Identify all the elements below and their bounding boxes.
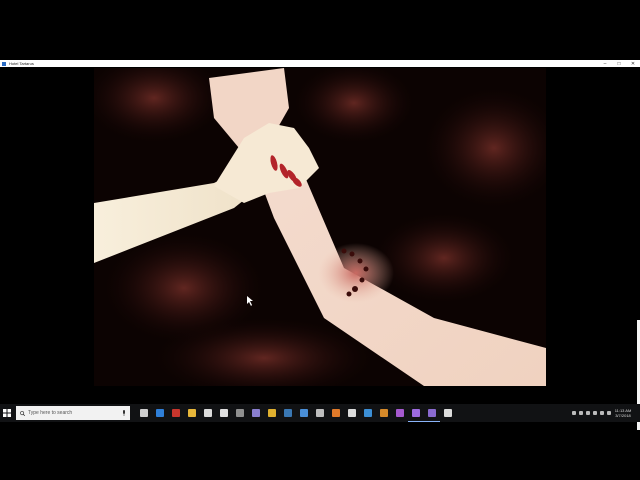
- browser-taskbar-button[interactable]: [328, 404, 344, 422]
- minimize-button[interactable]: –: [598, 60, 612, 67]
- app-violet-taskbar-button[interactable]: [392, 404, 408, 422]
- file-explorer-taskbar-button[interactable]: [184, 404, 200, 422]
- editor-icon: [364, 409, 372, 417]
- maximize-button[interactable]: □: [612, 60, 626, 67]
- app-icon: [2, 61, 6, 66]
- microphone-icon: [123, 410, 125, 416]
- app-orange-icon: [380, 409, 388, 417]
- browser-icon: [332, 409, 340, 417]
- chevron-up-icon[interactable]: [577, 404, 584, 422]
- network-icon[interactable]: [591, 404, 598, 422]
- taskbar-clock[interactable]: 11:13 AM 3/7/2018: [612, 408, 634, 418]
- chrome-icon: [268, 409, 276, 417]
- background-glow: [374, 213, 514, 303]
- system-tray: [570, 404, 612, 422]
- game-window: Hotel Tartarus – □ ✕: [0, 60, 640, 430]
- monitor-taskbar-button[interactable]: [344, 404, 360, 422]
- file-explorer-icon: [188, 409, 196, 417]
- shield-icon: [316, 409, 324, 417]
- steam-taskbar-button[interactable]: [280, 404, 296, 422]
- edge-taskbar-button[interactable]: [152, 404, 168, 422]
- clock-date: 3/7/2018: [615, 413, 631, 418]
- mail-icon: [220, 409, 228, 417]
- task-view-taskbar-button[interactable]: [136, 404, 152, 422]
- chrome-taskbar-button[interactable]: [264, 404, 280, 422]
- pen-icon[interactable]: [570, 404, 577, 422]
- steam-icon: [284, 409, 292, 417]
- close-button[interactable]: ✕: [626, 60, 640, 67]
- settings-icon: [444, 409, 452, 417]
- app-orange-taskbar-button[interactable]: [376, 404, 392, 422]
- game-icon: [412, 408, 420, 417]
- app-purple-icon: [252, 409, 260, 417]
- window-titlebar[interactable]: Hotel Tartarus – □ ✕: [0, 60, 640, 67]
- monitor-icon: [348, 409, 356, 417]
- volume-icon[interactable]: [598, 404, 605, 422]
- windows-logo-icon: [3, 409, 11, 417]
- app-blue-taskbar-button[interactable]: [296, 404, 312, 422]
- store-taskbar-button[interactable]: [200, 404, 216, 422]
- store-icon: [204, 409, 212, 417]
- search-icon: [20, 410, 25, 416]
- app-red-icon: [172, 409, 180, 417]
- editor-taskbar-button[interactable]: [360, 404, 376, 422]
- taskbar: Type here to search 11:13 AM 3/7/2018: [0, 404, 640, 422]
- shield-taskbar-button[interactable]: [312, 404, 328, 422]
- forearm-bruise: [318, 243, 394, 303]
- window-title: Hotel Tartarus: [9, 61, 34, 66]
- app-purple-taskbar-button[interactable]: [248, 404, 264, 422]
- task-view-icon: [140, 409, 148, 417]
- cloud-icon[interactable]: [584, 404, 591, 422]
- app-active-icon: [428, 408, 436, 417]
- taskbar-pinned-apps: [136, 404, 456, 422]
- app-violet-icon: [396, 409, 404, 417]
- start-button[interactable]: [0, 404, 14, 422]
- search-placeholder: Type here to search: [28, 410, 73, 416]
- game-taskbar-button[interactable]: [408, 404, 424, 422]
- app-blue-icon: [300, 409, 308, 417]
- app-active-taskbar-button[interactable]: [424, 404, 440, 422]
- game-scene-illustration: [94, 68, 546, 386]
- settings-taskbar-button[interactable]: [440, 404, 456, 422]
- mail-taskbar-button[interactable]: [216, 404, 232, 422]
- media-taskbar-button[interactable]: [232, 404, 248, 422]
- taskbar-search-box[interactable]: Type here to search: [16, 406, 130, 420]
- app-red-taskbar-button[interactable]: [168, 404, 184, 422]
- edge-icon: [156, 409, 164, 417]
- keyboard-icon[interactable]: [605, 404, 612, 422]
- media-icon: [236, 409, 244, 417]
